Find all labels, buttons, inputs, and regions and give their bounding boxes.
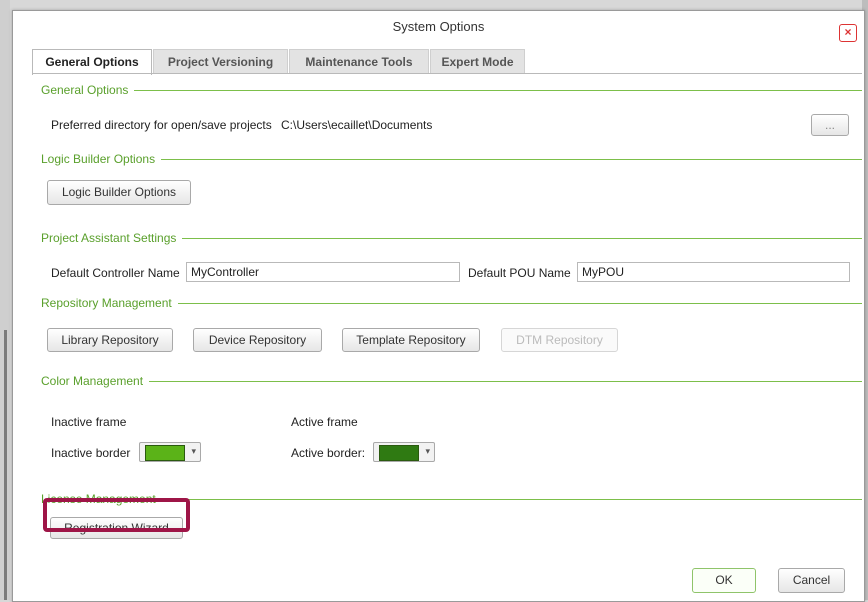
default-pou-label: Default POU Name — [468, 266, 571, 280]
chevron-down-icon: ▾ — [425, 446, 430, 456]
inactive-border-label: Inactive border — [51, 446, 131, 460]
default-controller-label: Default Controller Name — [51, 266, 180, 280]
active-frame-label: Active frame — [291, 415, 358, 429]
background-stripe — [4, 330, 7, 600]
chevron-down-icon: ▾ — [191, 446, 196, 456]
tab-maintenance-tools[interactable]: Maintenance Tools — [289, 49, 429, 74]
cancel-button[interactable]: Cancel — [778, 568, 845, 593]
browse-directory-button[interactable]: ... — [811, 114, 849, 136]
dialog-title: System Options — [392, 19, 485, 34]
default-pou-input[interactable]: MyPOU — [577, 262, 850, 282]
library-repository-button[interactable]: Library Repository — [47, 328, 173, 352]
tab-general-options[interactable]: General Options — [32, 49, 152, 75]
registration-wizard-highlight — [43, 498, 190, 532]
template-repository-button[interactable]: Template Repository — [342, 328, 480, 352]
section-general-options: General Options — [41, 83, 862, 97]
section-project-assistant: Project Assistant Settings — [41, 231, 862, 245]
tab-expert-mode[interactable]: Expert Mode — [430, 49, 525, 74]
active-border-color-picker[interactable]: ▾ — [373, 442, 435, 462]
ok-button[interactable]: OK — [692, 568, 756, 593]
inactive-border-swatch — [145, 445, 185, 461]
tab-project-versioning[interactable]: Project Versioning — [153, 49, 288, 74]
active-border-label: Active border: — [291, 446, 366, 460]
device-repository-button[interactable]: Device Repository — [193, 328, 322, 352]
default-controller-input[interactable]: MyController — [186, 262, 460, 282]
active-border-swatch — [379, 445, 419, 461]
section-color-management: Color Management — [41, 374, 862, 388]
preferred-directory-label: Preferred directory for open/save projec… — [51, 118, 272, 132]
inactive-frame-label: Inactive frame — [51, 415, 127, 429]
preferred-directory-value: C:\Users\ecaillet\Documents — [281, 118, 433, 132]
logic-builder-options-button[interactable]: Logic Builder Options — [47, 180, 191, 205]
section-logic-builder: Logic Builder Options — [41, 152, 862, 166]
background-window-edge — [0, 0, 10, 600]
section-repository-management: Repository Management — [41, 296, 862, 310]
dtm-repository-button[interactable]: DTM Repository — [501, 328, 618, 352]
close-icon[interactable]: × — [839, 24, 857, 42]
inactive-border-color-picker[interactable]: ▾ — [139, 442, 201, 462]
